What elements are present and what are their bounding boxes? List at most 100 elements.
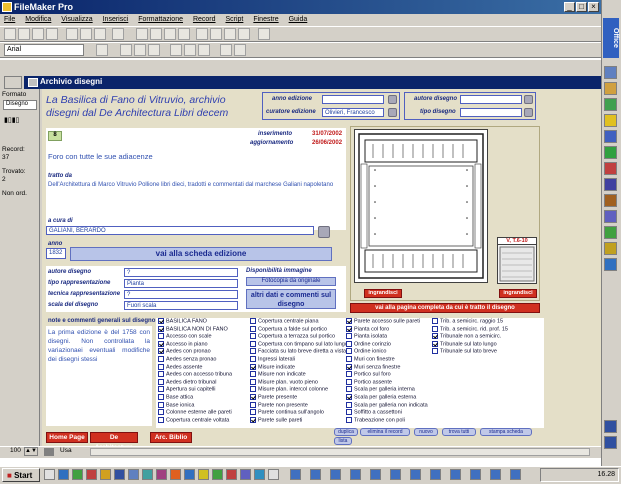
checkbox[interactable] — [346, 393, 352, 400]
layout-mode-icon[interactable] — [164, 28, 176, 40]
menu-finestre[interactable]: Finestre — [253, 16, 278, 23]
checkbox[interactable] — [346, 409, 352, 416]
feature-checkbox-item[interactable]: Apertura sui capitelli — [158, 386, 250, 394]
a-cura-di-field[interactable]: GALIANI, BERARDO — [46, 226, 314, 235]
office-app-icon[interactable] — [604, 194, 617, 207]
task-button-icon[interactable] — [390, 469, 401, 480]
task-button-icon[interactable] — [450, 469, 461, 480]
feature-checkbox-item[interactable]: Aedes senza pronao — [158, 355, 250, 364]
ingrandisci-plan-button[interactable]: ingrandisci — [364, 289, 402, 298]
feature-checkbox-item[interactable]: Trib. a semicirc. raggio 15 — [432, 318, 542, 326]
checkbox[interactable] — [250, 378, 256, 385]
feature-checkbox-item[interactable]: Trabeazione con poli — [346, 416, 432, 425]
record-book-icon[interactable]: ▮▯▮▯ — [4, 116, 36, 130]
feature-checkbox-item[interactable]: Facciata su lato breve diretta a vista — [250, 348, 346, 356]
show-desktop-icon[interactable] — [44, 469, 55, 480]
close-button[interactable]: × — [588, 2, 599, 12]
scheda-edizione-button[interactable]: vai alla scheda edizione — [70, 247, 332, 261]
menu-modifica[interactable]: Modifica — [25, 16, 51, 23]
checkbox[interactable] — [158, 401, 164, 408]
feature-checkbox-item[interactable]: Ingressi laterali — [250, 355, 346, 364]
quicklaunch-icon[interactable] — [198, 469, 209, 480]
checkbox[interactable] — [250, 355, 256, 362]
checkbox[interactable] — [432, 348, 438, 355]
task-button-icon[interactable] — [490, 469, 501, 480]
task-button-icon[interactable] — [430, 469, 441, 480]
task-button-icon[interactable] — [330, 469, 341, 480]
a-cura-di-toggle[interactable] — [318, 226, 330, 238]
zoom-icon[interactable]: ▲▼ — [24, 447, 38, 456]
preview-mode-icon[interactable] — [178, 28, 190, 40]
duplica-button[interactable]: duplica — [334, 428, 358, 436]
page-thumbnail-image[interactable] — [497, 244, 537, 284]
menu-guida[interactable]: Guida — [289, 16, 308, 23]
checkbox[interactable] — [250, 333, 256, 340]
quicklaunch-icon[interactable] — [156, 469, 167, 480]
checkbox[interactable] — [346, 318, 352, 324]
feature-checkbox-item[interactable]: Scala per galleria esterna — [346, 393, 432, 402]
tipo-toggle[interactable] — [524, 108, 533, 117]
checkbox[interactable] — [432, 318, 438, 324]
feature-checkbox-item[interactable]: Copertura centrale piana — [250, 318, 346, 326]
quicklaunch-icon[interactable] — [128, 469, 139, 480]
feature-checkbox-item[interactable]: Pianta col foro — [346, 325, 432, 334]
checkbox[interactable] — [432, 325, 438, 332]
menu-inserisci[interactable]: Inserisci — [103, 16, 129, 23]
feature-checkbox-item[interactable]: Tribunale non a semicirc. — [432, 333, 542, 341]
anno-field[interactable]: 1832 — [46, 248, 66, 259]
task-button-icon[interactable] — [290, 469, 301, 480]
feature-checkbox-item[interactable]: Scala per galleria interna — [346, 386, 432, 394]
undo-icon[interactable] — [112, 28, 124, 40]
office-app-icon[interactable] — [604, 130, 617, 143]
feature-checkbox-item[interactable]: Base attica — [158, 393, 250, 402]
checkbox[interactable] — [346, 401, 352, 408]
feature-checkbox-item[interactable]: Muri senza finestre — [346, 363, 432, 372]
layout-tab-icon[interactable] — [4, 76, 22, 89]
curatore-toggle[interactable] — [388, 108, 397, 117]
find-mode-icon[interactable] — [150, 28, 162, 40]
feature-checkbox-item[interactable]: Misure non indicate — [250, 371, 346, 379]
checkbox[interactable] — [158, 409, 164, 416]
feature-checkbox-item[interactable]: Copertura a falde sul portico — [250, 325, 346, 334]
feature-checkbox-item[interactable]: Tribunale sul lato lungo — [432, 340, 542, 349]
checkbox[interactable] — [346, 333, 352, 340]
disponibilita-value[interactable]: Fotocopia da originale — [246, 277, 336, 286]
checkbox[interactable] — [158, 333, 164, 340]
feature-checkbox-item[interactable]: Accesso con scale — [158, 333, 250, 341]
autore-disegno-field[interactable]: ? — [124, 268, 238, 277]
checkbox[interactable] — [158, 363, 164, 370]
checkbox[interactable] — [250, 393, 256, 400]
quicklaunch-icon[interactable] — [100, 469, 111, 480]
office-app-icon[interactable] — [604, 162, 617, 175]
scala-field[interactable]: Fuori scala — [124, 301, 238, 310]
menu-file[interactable]: File — [4, 16, 15, 23]
checkbox[interactable] — [158, 348, 164, 355]
checkbox[interactable] — [250, 325, 256, 332]
floor-plan-image[interactable] — [354, 129, 488, 283]
arc-biblio-button[interactable]: Arc. Biblio — [150, 432, 192, 443]
menu-formattazione[interactable]: Formattazione — [138, 16, 183, 23]
print-icon[interactable] — [46, 28, 58, 40]
checkbox[interactable] — [158, 340, 164, 347]
curatore-field[interactable]: Olivieri, Francesco — [322, 108, 384, 117]
checkbox[interactable] — [346, 371, 352, 378]
office-app-icon[interactable] — [604, 98, 617, 111]
menu-visualizza[interactable]: Visualizza — [61, 16, 92, 23]
vai-pagina-button[interactable]: vai alla pagina completa da cui è tratto… — [350, 303, 540, 313]
checkbox[interactable] — [250, 318, 256, 324]
feature-checkbox-item[interactable]: Copertura centrale voltata — [158, 416, 250, 425]
tecnica-field[interactable]: ? — [124, 290, 238, 299]
bold-icon[interactable] — [120, 44, 132, 56]
task-button-icon[interactable] — [370, 469, 381, 480]
checkbox[interactable] — [158, 378, 164, 385]
feature-checkbox-item[interactable]: Aedes con accesso tribuna — [158, 371, 250, 379]
feature-checkbox-item[interactable]: Misure plan. vuoto pieno — [250, 378, 346, 387]
feature-checkbox-item[interactable]: Aedes con pronao — [158, 348, 250, 356]
quicklaunch-icon[interactable] — [86, 469, 97, 480]
fill-color-icon[interactable] — [234, 44, 246, 56]
mode-select[interactable]: Usa — [60, 447, 72, 454]
copy-icon[interactable] — [80, 28, 92, 40]
zoom-level[interactable]: 100 — [10, 447, 21, 454]
office-app-icon[interactable] — [604, 420, 617, 433]
align-left-icon[interactable] — [170, 44, 182, 56]
